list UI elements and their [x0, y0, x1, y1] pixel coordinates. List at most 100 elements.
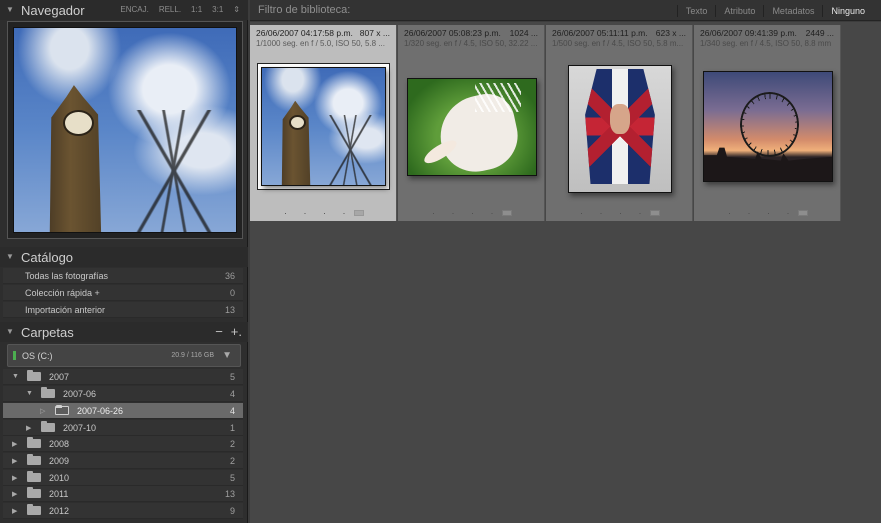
folder-icon	[27, 487, 41, 498]
folder-name: 2012	[49, 505, 70, 516]
expanded-triangle-icon[interactable]: ▼	[26, 390, 33, 397]
collapsed-triangle-icon[interactable]: ▶	[12, 490, 17, 498]
catalog-item-label: Colección rápida +	[25, 287, 100, 298]
folder-count: 9	[229, 505, 235, 516]
folder-icon	[27, 471, 41, 482]
folder-row-2007-06-26[interactable]: ▷ 2007-06-26 4	[3, 403, 243, 419]
folder-name: 2007-06-26	[77, 405, 124, 416]
folder-row-2009[interactable]: ▶ 2009 2	[3, 453, 243, 469]
photo-thumbnail[interactable]	[261, 67, 386, 186]
photo-thumbnail[interactable]	[407, 78, 537, 176]
collapsed-triangle-icon[interactable]: ▷	[40, 407, 45, 415]
volume-menu-triangle-icon[interactable]: ▼	[222, 350, 232, 361]
folder-name: 2007	[49, 371, 70, 382]
photo-dimensions: 807 x ...	[359, 28, 390, 38]
left-panel: ▼ Navegador ENCAJ. RELL. 1:1 3:1 ⇕ ▼ Cat…	[0, 0, 248, 523]
photo-datetime: 26/06/2007 05:11:11 p.m.	[552, 28, 648, 38]
photo-dimensions: 623 x ...	[655, 28, 686, 38]
collapse-triangle-icon[interactable]: ▼	[6, 328, 14, 336]
folder-count: 2	[229, 438, 235, 449]
folder-name: 2011	[49, 488, 69, 499]
photo-grid: 26/06/2007 04:17:58 p.m. 807 x ... 1/100…	[250, 22, 881, 523]
photo-exposure: 1/340 seg. en f / 4.5, ISO 50, 8.8 mm	[700, 39, 832, 48]
catalog-title: Catálogo	[21, 249, 74, 265]
photo-datetime: 26/06/2007 04:17:58 p.m.	[256, 28, 353, 38]
collapse-triangle-icon[interactable]: ▼	[6, 253, 14, 261]
collapsed-triangle-icon[interactable]: ▶	[26, 424, 31, 432]
catalog-item-quick-collection[interactable]: Colección rápida + 0	[3, 285, 243, 301]
photo-datetime: 26/06/2007 09:41:39 p.m.	[700, 28, 797, 38]
navigator-preview-image	[13, 27, 237, 233]
up-down-arrows-icon[interactable]: ⇕	[233, 5, 240, 14]
folder-row-2008[interactable]: ▶ 2008 2	[3, 436, 243, 452]
collapsed-triangle-icon[interactable]: ▶	[12, 507, 17, 515]
folders-header[interactable]: ▼ Carpetas − +.	[0, 322, 248, 342]
folder-icon	[55, 405, 69, 415]
navigator-header[interactable]: ▼ Navegador ENCAJ. RELL. 1:1 3:1 ⇕	[0, 0, 248, 20]
folder-count: 4	[229, 405, 235, 416]
photo-exposure: 1/1000 seg. en f / 5.0, ISO 50, 5.8 ...	[256, 39, 385, 48]
filter-tab-text[interactable]: Texto	[676, 4, 716, 17]
photo-cell-header: 26/06/2007 04:17:58 p.m. 807 x ... 1/100…	[250, 25, 396, 51]
collapsed-triangle-icon[interactable]: ▶	[12, 474, 17, 482]
zoom-fit-option[interactable]: ENCAJ.	[120, 5, 148, 14]
folder-row-2007-06[interactable]: ▼ 2007-06 4	[3, 386, 243, 402]
photo-cell-header: 26/06/2007 09:41:39 p.m. 2449 ... 1/340 …	[694, 25, 840, 51]
folder-row-2010[interactable]: ▶ 2010 5	[3, 470, 243, 486]
photo-cell[interactable]: 26/06/2007 05:08:23 p.m. 1024 ... 1/320 …	[398, 25, 545, 221]
photo-cell-header: 26/06/2007 05:08:23 p.m. 1024 ... 1/320 …	[398, 25, 544, 51]
folder-icon	[41, 421, 55, 432]
catalog-item-previous-import[interactable]: Importación anterior 13	[3, 302, 243, 318]
photo-thumbnail[interactable]	[703, 71, 833, 182]
zoom-fill-option[interactable]: RELL.	[159, 5, 181, 14]
folder-row-2007[interactable]: ▼ 2007 5	[3, 369, 243, 385]
collapse-triangle-icon[interactable]: ▼	[6, 6, 14, 14]
photo-datetime: 26/06/2007 05:08:23 p.m.	[404, 28, 501, 38]
zoom-1-1-option[interactable]: 1:1	[191, 5, 202, 14]
folder-count: 4	[229, 388, 235, 399]
photo-dimensions: 2449 ...	[805, 28, 834, 38]
catalog-item-all-photos[interactable]: Todas las fotografías 36	[3, 268, 243, 284]
photo-cell[interactable]: 26/06/2007 09:41:39 p.m. 2449 ... 1/340 …	[694, 25, 841, 221]
metadata-badge-icon[interactable]	[502, 210, 512, 216]
zoom-3-1-option[interactable]: 3:1	[212, 5, 223, 14]
folder-name: 2008	[49, 438, 70, 449]
filter-tab-none[interactable]: Ninguno	[822, 4, 873, 17]
catalog-item-count: 36	[224, 270, 235, 281]
volume-name: OS (C:)	[22, 350, 53, 361]
folder-count: 5	[229, 371, 235, 382]
folder-icon	[27, 370, 41, 381]
photo-cell[interactable]: 26/06/2007 04:17:58 p.m. 807 x ... 1/100…	[250, 25, 397, 221]
folder-icon	[27, 437, 41, 448]
metadata-badge-icon[interactable]	[798, 210, 808, 216]
collapsed-triangle-icon[interactable]: ▶	[12, 440, 17, 448]
volume-size: 20.9 / 116 GB	[171, 352, 214, 359]
catalog-item-label: Todas las fotografías	[25, 270, 109, 281]
folder-row-2007-10[interactable]: ▶ 2007-10 1	[3, 420, 243, 436]
volume-bar[interactable]: OS (C:) 20.9 / 116 GB ▼	[7, 344, 241, 367]
library-filter-tabs: Texto Atributo Metadatos Ninguno	[676, 0, 873, 21]
filter-tab-metadata[interactable]: Metadatos	[763, 4, 822, 17]
folder-name: 2007-06	[63, 388, 97, 399]
folder-icon	[27, 454, 41, 465]
folder-row-2012[interactable]: ▶ 2012 9	[3, 503, 243, 519]
metadata-badge-icon[interactable]	[354, 210, 364, 216]
filter-tab-attribute[interactable]: Atributo	[715, 4, 763, 17]
add-folder-button[interactable]: +.	[231, 325, 242, 338]
collapsed-triangle-icon[interactable]: ▶	[12, 457, 17, 465]
folder-row-2011[interactable]: ▶ 2011 13	[3, 486, 243, 502]
metadata-badge-icon[interactable]	[650, 210, 660, 216]
catalog-item-count: 0	[229, 287, 235, 298]
catalog-header[interactable]: ▼ Catálogo	[0, 247, 248, 267]
photo-thumbnail[interactable]	[568, 65, 672, 193]
photo-dimensions: 1024 ...	[509, 28, 538, 38]
photo-exposure: 1/320 seg. en f / 4.5, ISO 50, 32.22 ...	[404, 39, 538, 48]
remove-folder-button[interactable]: −	[215, 325, 223, 338]
navigator-zoom-options: ENCAJ. RELL. 1:1 3:1 ⇕	[120, 5, 240, 14]
navigator-preview[interactable]	[7, 21, 243, 239]
photo-exposure: 1/500 seg. en f / 4.5, ISO 50, 5.8 m...	[552, 39, 684, 48]
library-filter-title: Filtro de biblioteca:	[258, 4, 351, 16]
photo-cell[interactable]: 26/06/2007 05:11:11 p.m. 623 x ... 1/500…	[546, 25, 693, 221]
folder-name: 2007-10	[63, 422, 97, 433]
expanded-triangle-icon[interactable]: ▼	[12, 373, 19, 380]
